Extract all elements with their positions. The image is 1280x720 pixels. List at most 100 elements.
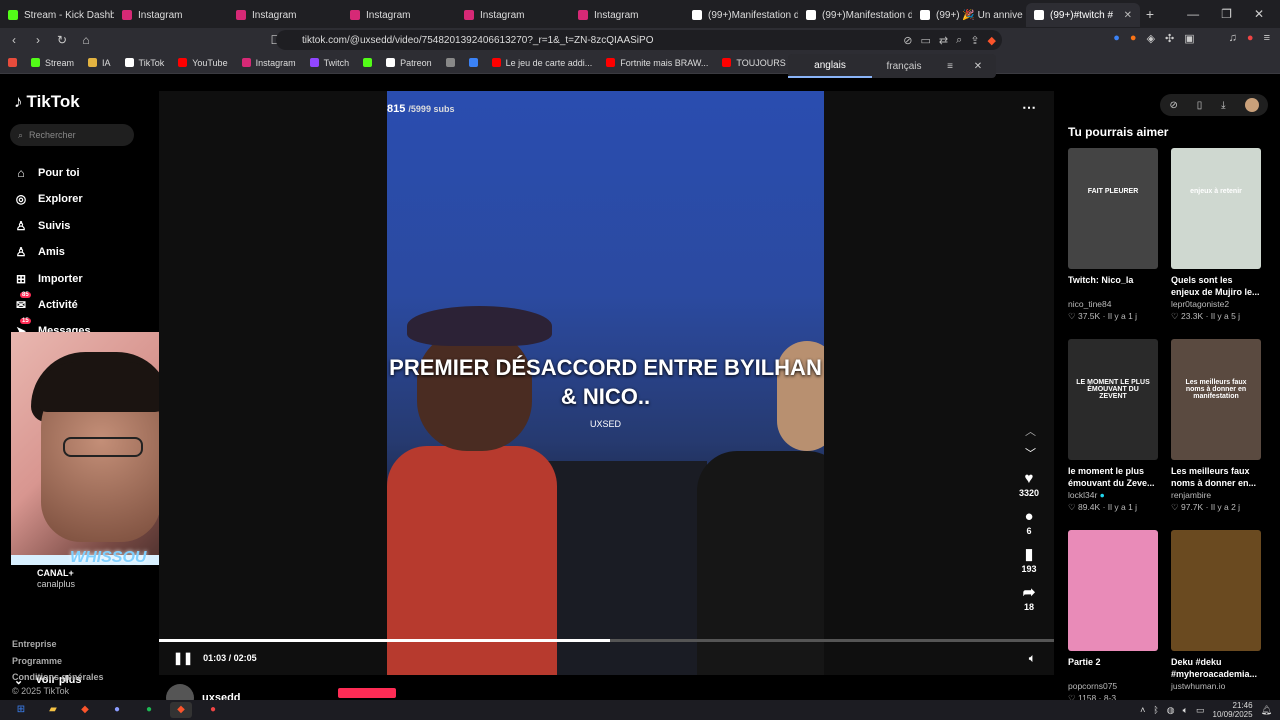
video-author[interactable]: popcorns075 bbox=[1068, 681, 1158, 691]
previous-video-icon[interactable]: ︿ bbox=[1025, 421, 1036, 443]
browser-tab[interactable]: Instagram bbox=[570, 3, 684, 27]
tray-chevron-icon[interactable]: ˄ bbox=[1140, 705, 1145, 715]
follow-button[interactable] bbox=[338, 688, 396, 698]
video-author[interactable]: nico_tine84 bbox=[1068, 299, 1158, 309]
brave-shield-icon[interactable]: ◆ bbox=[988, 34, 996, 47]
download-icon[interactable]: ⤓ bbox=[1221, 100, 1225, 111]
video-title[interactable]: Les meilleurs faux noms à donner en... bbox=[1171, 465, 1261, 489]
tiktok-logo[interactable]: ♪ TikTok bbox=[14, 92, 80, 112]
video-thumbnail[interactable]: Les meilleurs faux noms à donner en mani… bbox=[1171, 339, 1261, 460]
avatar[interactable] bbox=[1244, 98, 1259, 112]
menu-icon[interactable]: ≡ bbox=[1264, 32, 1270, 45]
browser-tab[interactable]: Instagram bbox=[456, 3, 570, 27]
recommended-video[interactable]: Partie 2 popcorns075 ♡ 1158 · 8-3 bbox=[1068, 530, 1158, 704]
extension-icon[interactable]: ● bbox=[1113, 32, 1120, 45]
system-clock[interactable]: 21:46 10/09/2025 bbox=[1213, 701, 1253, 719]
footer-link[interactable]: Conditions générales bbox=[12, 672, 104, 682]
recommended-video[interactable]: LE MOMENT LE PLUS ÉMOUVANT DU ZEVENT le m… bbox=[1068, 339, 1158, 513]
forward-icon[interactable]: › bbox=[28, 33, 48, 47]
extension-icon[interactable]: ● bbox=[1130, 32, 1137, 45]
video-title[interactable]: le moment le plus émouvant du Zeve... bbox=[1068, 465, 1158, 489]
new-tab-icon[interactable]: + bbox=[1140, 6, 1160, 22]
device-icon[interactable]: ▯ bbox=[1197, 100, 1203, 111]
translate-target-tab[interactable]: français bbox=[872, 61, 936, 72]
video-author[interactable]: justwhuman.io bbox=[1171, 681, 1261, 691]
recommended-video[interactable]: Les meilleurs faux noms à donner en mani… bbox=[1171, 339, 1261, 513]
browser-tab[interactable]: Instagram bbox=[342, 3, 456, 27]
close-tab-icon[interactable]: ✕ bbox=[1124, 10, 1132, 21]
volume-icon[interactable]: 🔈︎ bbox=[1029, 651, 1036, 666]
browser-tab[interactable]: (99+)Manifestation du bbox=[684, 3, 798, 27]
share-icon[interactable]: ⇪ bbox=[970, 34, 979, 47]
music-icon[interactable]: ♫ bbox=[1229, 32, 1237, 45]
minimize-icon[interactable]: — bbox=[1187, 7, 1199, 21]
translate-menu-icon[interactable]: ≡ bbox=[936, 61, 964, 72]
bookmark-item[interactable]: Stream bbox=[31, 58, 74, 68]
video-thumbnail[interactable]: FAIT PLEURER bbox=[1068, 148, 1158, 269]
next-video-icon[interactable]: ﹀ bbox=[1025, 443, 1036, 465]
discord-icon[interactable]: ● bbox=[106, 702, 128, 718]
video-frame[interactable]: 815 /5999 subs PREMIER DÉSACCORD ENTRE B… bbox=[387, 91, 824, 675]
browser-tab[interactable]: (99+)#twitch # ✕ bbox=[1026, 3, 1140, 27]
battery-icon[interactable]: ▭ bbox=[1196, 705, 1205, 716]
cast-icon[interactable]: ▭ bbox=[921, 34, 931, 47]
back-icon[interactable]: ‹ bbox=[4, 33, 24, 47]
video-thumbnail[interactable]: LE MOMENT LE PLUS ÉMOUVANT DU ZEVENT bbox=[1068, 339, 1158, 460]
video-title[interactable]: Twitch: Nico_la bbox=[1068, 274, 1158, 298]
pause-icon[interactable]: ❚❚ bbox=[173, 651, 193, 665]
zoom-icon[interactable]: ⌕ bbox=[956, 34, 962, 47]
close-window-icon[interactable]: ✕ bbox=[1254, 7, 1264, 21]
home-icon[interactable]: ⌂ bbox=[76, 33, 96, 47]
translate-source-tab[interactable]: anglais bbox=[788, 55, 872, 78]
sidebar-toggle-icon[interactable]: ▣ bbox=[1184, 32, 1194, 45]
like-button[interactable]: ♥ 3320 bbox=[1016, 470, 1042, 498]
footer-link[interactable]: Entreprise bbox=[12, 639, 57, 649]
brave-icon[interactable]: ◆ bbox=[74, 702, 96, 718]
url-bar[interactable]: tiktok.com/@uxsedd/video/754820139240661… bbox=[276, 30, 1002, 50]
extension-icon[interactable]: ◈ bbox=[1147, 32, 1155, 45]
sidebar-item-home[interactable]: ⌂ Pour toi bbox=[14, 166, 79, 180]
video-thumbnail[interactable] bbox=[1171, 530, 1261, 651]
recommended-video[interactable]: enjeux à retenir Quels sont les enjeux de… bbox=[1171, 148, 1261, 322]
bluetooth-icon[interactable]: ᛒ bbox=[1153, 705, 1158, 715]
sidebar-item-upload[interactable]: ⊞ Importer bbox=[14, 272, 83, 286]
browser-tab[interactable]: (99+)Manifestation du bbox=[798, 3, 912, 27]
bookmark-item[interactable]: IA bbox=[88, 58, 111, 68]
extension-icon[interactable]: ● bbox=[1247, 32, 1254, 45]
bookmark-item[interactable] bbox=[363, 58, 373, 67]
browser-tab[interactable]: Instagram bbox=[228, 3, 342, 27]
browser-tab[interactable]: Instagram bbox=[114, 3, 228, 27]
maximize-icon[interactable]: ❐ bbox=[1221, 7, 1232, 21]
recommended-video[interactable]: FAIT PLEURER Twitch: Nico_la nico_tine84 ♡ … bbox=[1068, 148, 1158, 322]
reload-icon[interactable]: ↻ bbox=[52, 33, 72, 47]
notification-icon[interactable]: 🔔︎ bbox=[1261, 705, 1272, 716]
no-tracking-icon[interactable]: ⊘ bbox=[903, 34, 912, 47]
sidebar-item-activity[interactable]: ✉ 85 Activité bbox=[14, 292, 78, 312]
browser-tab[interactable]: Stream - Kick Dashboa bbox=[0, 3, 114, 27]
sidebar-item-compass[interactable]: ◎ Explorer bbox=[14, 192, 83, 206]
bookmark-item[interactable] bbox=[468, 58, 478, 67]
sidebar-item-friends[interactable]: ♙ Amis bbox=[14, 245, 65, 259]
coins-icon[interactable]: ⊘ bbox=[1169, 100, 1177, 111]
bookmark-item[interactable]: Instagram bbox=[241, 58, 296, 68]
apps-icon[interactable] bbox=[8, 58, 17, 67]
recommended-video[interactable]: Deku #deku #myheroacademia... justwhuman.… bbox=[1171, 530, 1261, 691]
brave-active-icon[interactable]: ◆ bbox=[170, 702, 192, 718]
bookmark-item[interactable]: Le jeu de carte addi... bbox=[491, 58, 592, 68]
bookmark-item[interactable]: Fortnite mais BRAW... bbox=[606, 58, 708, 68]
file-explorer-icon[interactable]: ▰ bbox=[42, 702, 64, 718]
video-author[interactable]: renjambire bbox=[1171, 490, 1261, 500]
video-player[interactable]: 815 /5999 subs PREMIER DÉSACCORD ENTRE B… bbox=[159, 91, 1054, 675]
start-icon[interactable]: ⊞ bbox=[10, 702, 32, 718]
video-title[interactable]: Partie 2 bbox=[1068, 656, 1158, 680]
bookmark-item[interactable]: TikTok bbox=[124, 58, 164, 68]
bookmark-item[interactable]: Twitch bbox=[309, 58, 349, 68]
video-author[interactable]: lepr0tagoniste2 bbox=[1171, 299, 1261, 309]
followed-account[interactable]: CANAL+ canalplus bbox=[14, 568, 75, 590]
bookmark-item[interactable] bbox=[445, 58, 455, 67]
video-progress-bar[interactable] bbox=[159, 639, 1054, 642]
browser-tab[interactable]: (99+) 🎉 Un annive bbox=[912, 3, 1026, 27]
video-thumbnail[interactable]: enjeux à retenir bbox=[1171, 148, 1261, 269]
close-icon[interactable]: ✕ bbox=[964, 61, 992, 72]
network-icon[interactable]: ◍ bbox=[1167, 705, 1175, 716]
